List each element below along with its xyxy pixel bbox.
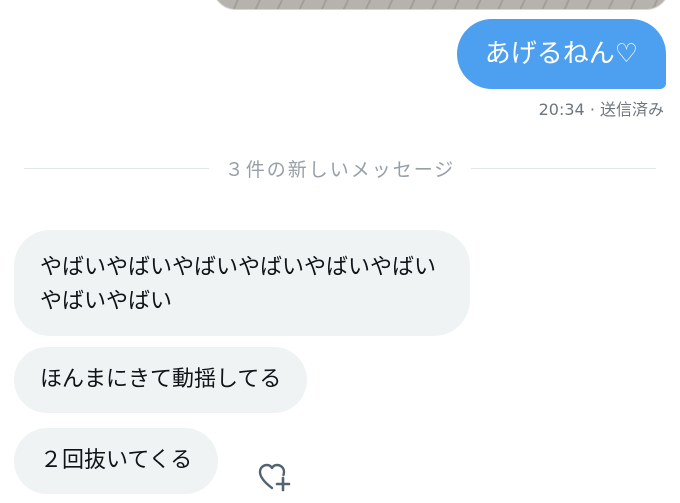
new-messages-label: ３件の新しいメッセージ [224,158,456,181]
divider-line-right [471,167,656,169]
received-message-bubble[interactable]: ほんまにきて動揺してる [14,347,308,413]
heart-plus-icon [258,463,291,492]
sent-message-status: 20:34 · 送信済み [538,100,664,119]
add-reaction-button[interactable] [258,462,292,492]
sent-message-bubble[interactable]: あげるねん♡ [456,19,666,89]
shared-image-preview[interactable] [212,0,670,10]
received-message-bubble[interactable]: やばいやばいやばいやばいやばいやばいやばいやばい [14,230,470,336]
new-messages-divider: ３件の新しいメッセージ [24,150,656,186]
divider-line-left [24,167,209,169]
received-message-bubble[interactable]: ２回抜いてくる [14,428,219,494]
